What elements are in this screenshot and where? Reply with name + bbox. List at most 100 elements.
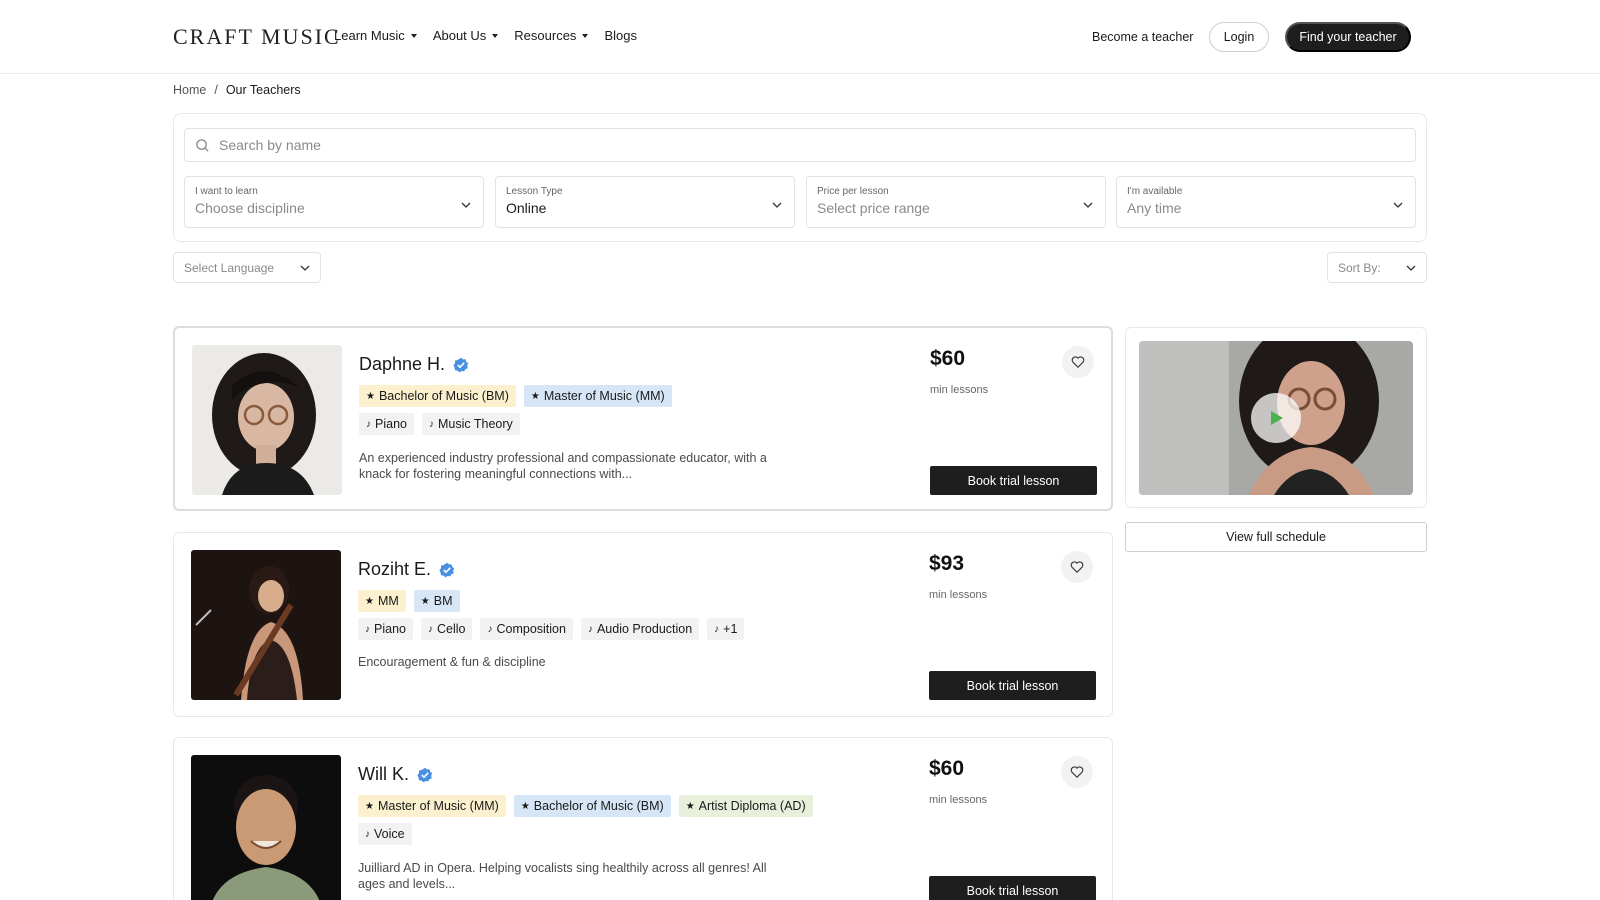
teacher-portrait-image (192, 345, 342, 495)
teacher-photo[interactable] (192, 345, 342, 495)
discipline-select[interactable]: I want to learn Choose discipline (184, 176, 484, 228)
verified-badge-icon (453, 357, 469, 372)
teacher-name[interactable]: Will K. (358, 764, 409, 785)
degree-tag: ★ Master of Music (MM) (358, 795, 506, 817)
become-teacher-link[interactable]: Become a teacher (1092, 30, 1193, 44)
instrument-tag: ♪ Cello (420, 618, 473, 640)
music-note-icon: ♪ (428, 418, 434, 430)
main-nav: Learn Music About Us Resources Blogs (334, 28, 653, 43)
instrument-tags: ♪ Piano ♪ Music Theory (359, 413, 520, 435)
nav-about-us[interactable]: About Us (432, 28, 499, 43)
teacher-name[interactable]: Roziht E. (358, 559, 431, 580)
instrument-tag: ♪ Audio Production (580, 618, 700, 640)
degree-tags: ★ Master of Music (MM) ★ Bachelor of Music… (358, 795, 813, 817)
teacher-price: $60 (929, 757, 965, 780)
degree-tag: ★ Bachelor of Music (BM) (513, 795, 671, 817)
language-select[interactable]: Select Language (173, 252, 321, 283)
nav-label: Blogs (604, 28, 637, 43)
tag-label: Audio Production (596, 622, 693, 636)
tag-label: Piano (374, 622, 406, 636)
lesson-type-select[interactable]: Lesson Type Online (495, 176, 795, 228)
teacher-price: $60 (930, 347, 966, 370)
music-note-icon: ♪ (714, 623, 720, 635)
book-trial-button[interactable]: Book trial lesson (929, 876, 1096, 900)
star-icon: ★ (520, 800, 530, 812)
nav-blogs[interactable]: Blogs (604, 28, 637, 43)
teacher-description: An experienced industry professional and… (359, 451, 767, 481)
sort-select-value: Sort By: (1338, 260, 1381, 275)
teacher-card[interactable]: Will K. ★ Master of Music (MM) ★ Bachelor … (173, 737, 1113, 900)
teacher-photo[interactable] (191, 550, 341, 700)
teacher-portrait-image (191, 550, 341, 700)
book-trial-button[interactable]: Book trial lesson (929, 671, 1096, 700)
caret-down-icon (582, 33, 589, 38)
price-select[interactable]: Price per lesson Select price range (806, 176, 1106, 228)
availability-select[interactable]: I'm available Any time (1116, 176, 1416, 228)
favorite-button[interactable] (1061, 551, 1093, 583)
tag-label: Voice (374, 827, 405, 841)
degree-tag: ★ Bachelor of Music (BM) (359, 385, 516, 407)
breadcrumb-home[interactable]: Home (173, 83, 206, 97)
degree-tag: ★ Master of Music (MM) (523, 385, 672, 407)
tag-label: Composition (496, 622, 566, 636)
favorite-button[interactable] (1061, 756, 1093, 788)
book-trial-button[interactable]: Book trial lesson (930, 466, 1097, 495)
instrument-tag: ♪ Voice (358, 823, 412, 845)
music-note-icon: ♪ (487, 623, 493, 635)
tag-label: MM (377, 594, 399, 608)
price-note: min lessons (930, 384, 989, 396)
chevron-down-icon (1083, 202, 1093, 208)
star-icon: ★ (365, 595, 374, 607)
nav-resources[interactable]: Resources (514, 28, 589, 43)
filter-panel: I want to learn Choose discipline Lesson… (173, 113, 1427, 242)
chevron-down-icon (461, 202, 471, 208)
instrument-tag: ♪ Music Theory (421, 413, 520, 435)
teacher-card[interactable]: Daphne H. ★ Bachelor of Music (BM) ★ Maste… (173, 326, 1113, 511)
site-header: CRAFT MUSIC Learn Music About Us Resourc… (0, 0, 1600, 74)
nav-label: Learn Music (334, 28, 405, 43)
tag-label: Bachelor of Music (BM) (378, 389, 509, 403)
play-button[interactable] (1251, 393, 1301, 443)
star-icon: ★ (366, 390, 375, 402)
view-schedule-button[interactable]: View full schedule (1125, 522, 1427, 552)
music-note-icon: ♪ (366, 418, 371, 430)
search-input[interactable] (219, 129, 1399, 161)
tag-label: Bachelor of Music (BM) (533, 799, 664, 813)
select-label: Lesson Type (506, 186, 563, 197)
more-instruments-tag[interactable]: ♪ +1 (707, 618, 745, 640)
nav-label: Resources (514, 28, 577, 43)
teacher-photo[interactable] (191, 755, 341, 900)
degree-tag: ★ MM (358, 590, 406, 612)
teacher-portrait-image (191, 755, 341, 900)
select-label: I'm available (1127, 186, 1183, 197)
tag-label: Music Theory (437, 417, 513, 431)
degree-tag: ★ BM (413, 590, 460, 612)
verified-badge-icon (417, 767, 433, 782)
login-button[interactable]: Login (1209, 22, 1269, 52)
star-icon: ★ (365, 800, 374, 812)
select-value: Any time (1127, 200, 1182, 216)
favorite-button[interactable] (1062, 346, 1094, 378)
craft-music-logo[interactable]: CRAFT MUSIC (173, 20, 341, 54)
chevron-down-icon (1393, 202, 1403, 208)
music-note-icon: ♪ (365, 623, 370, 635)
teacher-name-row: Roziht E. (358, 559, 455, 580)
search-icon (196, 139, 209, 152)
heart-icon (1071, 356, 1085, 369)
music-note-icon: ♪ (427, 623, 433, 635)
sort-select[interactable]: Sort By: (1327, 252, 1427, 283)
caret-down-icon (410, 33, 417, 38)
nav-label: About Us (432, 28, 487, 43)
nav-learn-music[interactable]: Learn Music (334, 28, 417, 43)
play-icon (1271, 411, 1283, 425)
intro-video[interactable] (1139, 341, 1413, 495)
teacher-name[interactable]: Daphne H. (359, 354, 445, 375)
search-box (184, 128, 1416, 162)
teacher-description: Encouragement & fun & discipline (358, 655, 546, 669)
language-select-value: Select Language (184, 260, 275, 275)
teacher-card[interactable]: Roziht E. ★ MM ★ BM ♪ Piano ♪ Cello ♪ Composi… (173, 532, 1113, 717)
chevron-down-icon (1406, 265, 1416, 271)
degree-tags: ★ Bachelor of Music (BM) ★ Master of Music… (359, 385, 672, 407)
find-teacher-button[interactable]: Find your teacher (1285, 22, 1411, 52)
select-label: Price per lesson (817, 186, 889, 197)
